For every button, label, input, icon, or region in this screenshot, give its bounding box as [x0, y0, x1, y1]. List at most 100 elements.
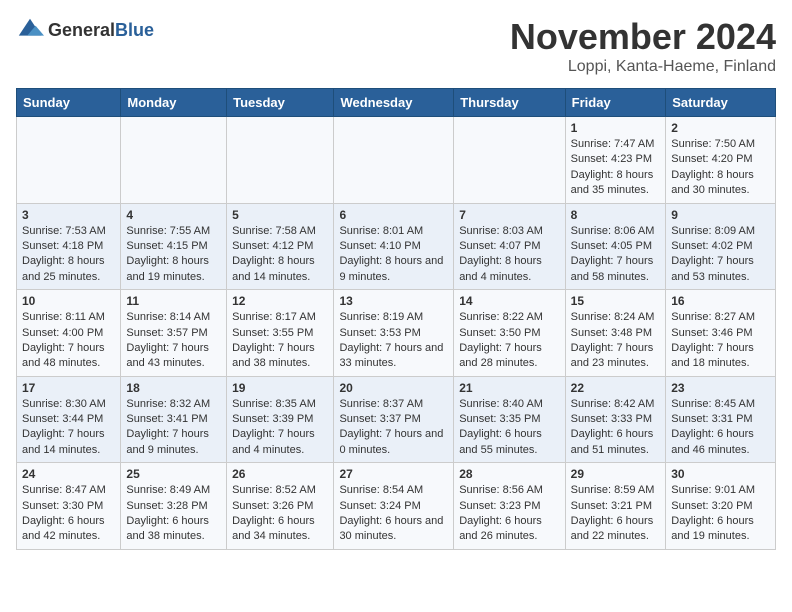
header-cell-thursday: Thursday: [454, 89, 565, 117]
day-number: 17: [22, 381, 115, 395]
day-info: Sunrise: 8:24 AM Sunset: 3:48 PM Dayligh…: [571, 310, 661, 372]
day-number: 24: [22, 467, 115, 481]
header-cell-sunday: Sunday: [17, 89, 121, 117]
day-info: Sunrise: 8:35 AM Sunset: 3:39 PM Dayligh…: [232, 397, 328, 459]
calendar-week-row: 10 Sunrise: 8:11 AM Sunset: 4:00 PM Dayli…: [17, 290, 776, 377]
title-area: November 2024 Loppi, Kanta-Haeme, Finlan…: [510, 16, 776, 76]
calendar-cell: 2 Sunrise: 7:50 AM Sunset: 4:20 PM Daylig…: [666, 117, 776, 204]
calendar-cell: 1 Sunrise: 7:47 AM Sunset: 4:23 PM Daylig…: [565, 117, 666, 204]
day-number: 1: [571, 121, 661, 135]
calendar-cell: 4 Sunrise: 7:55 AM Sunset: 4:15 PM Daylig…: [121, 203, 227, 290]
day-number: 20: [339, 381, 448, 395]
day-number: 2: [671, 121, 770, 135]
day-number: 9: [671, 208, 770, 222]
day-info: Sunrise: 8:17 AM Sunset: 3:55 PM Dayligh…: [232, 310, 328, 372]
day-info: Sunrise: 8:01 AM Sunset: 4:10 PM Dayligh…: [339, 224, 448, 286]
day-info: Sunrise: 9:01 AM Sunset: 3:20 PM Dayligh…: [671, 483, 770, 545]
calendar-cell: 18 Sunrise: 8:32 AM Sunset: 3:41 PM Dayli…: [121, 376, 227, 463]
day-number: 30: [671, 467, 770, 481]
header-row: SundayMondayTuesdayWednesdayThursdayFrid…: [17, 89, 776, 117]
day-number: 14: [459, 294, 559, 308]
day-number: 16: [671, 294, 770, 308]
day-number: 10: [22, 294, 115, 308]
logo-blue: Blue: [115, 20, 154, 40]
calendar-cell: [17, 117, 121, 204]
calendar-cell: 15Sunrise: 8:24 AM Sunset: 3:48 PM Dayli…: [565, 290, 666, 377]
logo-text: GeneralBlue: [48, 20, 154, 41]
day-number: 28: [459, 467, 559, 481]
calendar-week-row: 17 Sunrise: 8:30 AM Sunset: 3:44 PM Dayli…: [17, 376, 776, 463]
day-info: Sunrise: 7:58 AM Sunset: 4:12 PM Dayligh…: [232, 224, 328, 286]
calendar-cell: 14 Sunrise: 8:22 AM Sunset: 3:50 PM Dayli…: [454, 290, 565, 377]
day-info: Sunrise: 8:49 AM Sunset: 3:28 PM Dayligh…: [126, 483, 221, 545]
calendar-cell: 19 Sunrise: 8:35 AM Sunset: 3:39 PM Dayli…: [227, 376, 334, 463]
day-info: Sunrise: 8:42 AM Sunset: 3:33 PM Dayligh…: [571, 397, 661, 459]
day-info: Sunrise: 8:47 AM Sunset: 3:30 PM Dayligh…: [22, 483, 115, 545]
day-info: Sunrise: 8:32 AM Sunset: 3:41 PM Dayligh…: [126, 397, 221, 459]
header-cell-wednesday: Wednesday: [334, 89, 454, 117]
month-title: November 2024: [510, 16, 776, 58]
day-number: 18: [126, 381, 221, 395]
calendar-cell: [334, 117, 454, 204]
day-info: Sunrise: 8:56 AM Sunset: 3:23 PM Dayligh…: [459, 483, 559, 545]
day-info: Sunrise: 7:50 AM Sunset: 4:20 PM Dayligh…: [671, 137, 770, 199]
day-info: Sunrise: 8:14 AM Sunset: 3:57 PM Dayligh…: [126, 310, 221, 372]
day-info: Sunrise: 8:59 AM Sunset: 3:21 PM Dayligh…: [571, 483, 661, 545]
day-number: 25: [126, 467, 221, 481]
day-number: 29: [571, 467, 661, 481]
day-info: Sunrise: 8:19 AM Sunset: 3:53 PM Dayligh…: [339, 310, 448, 372]
calendar-cell: 7Sunrise: 8:03 AM Sunset: 4:07 PM Daylig…: [454, 203, 565, 290]
day-number: 8: [571, 208, 661, 222]
calendar-cell: 13 Sunrise: 8:19 AM Sunset: 3:53 PM Dayli…: [334, 290, 454, 377]
page-header: GeneralBlue November 2024 Loppi, Kanta-H…: [16, 16, 776, 76]
day-number: 22: [571, 381, 661, 395]
day-number: 13: [339, 294, 448, 308]
calendar-cell: 22 Sunrise: 8:42 AM Sunset: 3:33 PM Dayli…: [565, 376, 666, 463]
calendar-cell: 26Sunrise: 8:52 AM Sunset: 3:26 PM Dayli…: [227, 463, 334, 550]
day-number: 6: [339, 208, 448, 222]
day-info: Sunrise: 8:27 AM Sunset: 3:46 PM Dayligh…: [671, 310, 770, 372]
location-title: Loppi, Kanta-Haeme, Finland: [510, 58, 776, 76]
day-number: 19: [232, 381, 328, 395]
calendar-cell: 16 Sunrise: 8:27 AM Sunset: 3:46 PM Dayli…: [666, 290, 776, 377]
calendar-cell: 23Sunrise: 8:45 AM Sunset: 3:31 PM Dayli…: [666, 376, 776, 463]
day-number: 3: [22, 208, 115, 222]
calendar-body: 1 Sunrise: 7:47 AM Sunset: 4:23 PM Daylig…: [17, 117, 776, 550]
calendar-cell: 29 Sunrise: 8:59 AM Sunset: 3:21 PM Dayli…: [565, 463, 666, 550]
calendar-week-row: 24 Sunrise: 8:47 AM Sunset: 3:30 PM Dayli…: [17, 463, 776, 550]
day-number: 21: [459, 381, 559, 395]
calendar-cell: 12 Sunrise: 8:17 AM Sunset: 3:55 PM Dayli…: [227, 290, 334, 377]
calendar-cell: [227, 117, 334, 204]
header-cell-monday: Monday: [121, 89, 227, 117]
day-info: Sunrise: 8:40 AM Sunset: 3:35 PM Dayligh…: [459, 397, 559, 459]
header-cell-saturday: Saturday: [666, 89, 776, 117]
day-number: 27: [339, 467, 448, 481]
calendar-cell: 10 Sunrise: 8:11 AM Sunset: 4:00 PM Dayli…: [17, 290, 121, 377]
day-number: 4: [126, 208, 221, 222]
day-number: 23: [671, 381, 770, 395]
calendar-cell: 5Sunrise: 7:58 AM Sunset: 4:12 PM Daylig…: [227, 203, 334, 290]
day-info: Sunrise: 7:47 AM Sunset: 4:23 PM Dayligh…: [571, 137, 661, 199]
header-cell-friday: Friday: [565, 89, 666, 117]
logo-general: General: [48, 20, 115, 40]
day-number: 12: [232, 294, 328, 308]
calendar-cell: 17 Sunrise: 8:30 AM Sunset: 3:44 PM Dayli…: [17, 376, 121, 463]
day-number: 26: [232, 467, 328, 481]
day-info: Sunrise: 7:55 AM Sunset: 4:15 PM Dayligh…: [126, 224, 221, 286]
header-cell-tuesday: Tuesday: [227, 89, 334, 117]
calendar-cell: 20 Sunrise: 8:37 AM Sunset: 3:37 PM Dayli…: [334, 376, 454, 463]
calendar-cell: 11Sunrise: 8:14 AM Sunset: 3:57 PM Dayli…: [121, 290, 227, 377]
day-info: Sunrise: 8:54 AM Sunset: 3:24 PM Dayligh…: [339, 483, 448, 545]
day-info: Sunrise: 8:30 AM Sunset: 3:44 PM Dayligh…: [22, 397, 115, 459]
calendar-cell: 6 Sunrise: 8:01 AM Sunset: 4:10 PM Daylig…: [334, 203, 454, 290]
calendar-cell: 30 Sunrise: 9:01 AM Sunset: 3:20 PM Dayli…: [666, 463, 776, 550]
day-info: Sunrise: 8:09 AM Sunset: 4:02 PM Dayligh…: [671, 224, 770, 286]
calendar-cell: [121, 117, 227, 204]
day-info: Sunrise: 8:37 AM Sunset: 3:37 PM Dayligh…: [339, 397, 448, 459]
day-info: Sunrise: 8:11 AM Sunset: 4:00 PM Dayligh…: [22, 310, 115, 372]
calendar-cell: 28 Sunrise: 8:56 AM Sunset: 3:23 PM Dayli…: [454, 463, 565, 550]
day-info: Sunrise: 8:22 AM Sunset: 3:50 PM Dayligh…: [459, 310, 559, 372]
calendar-cell: 25 Sunrise: 8:49 AM Sunset: 3:28 PM Dayli…: [121, 463, 227, 550]
calendar-week-row: 1 Sunrise: 7:47 AM Sunset: 4:23 PM Daylig…: [17, 117, 776, 204]
day-info: Sunrise: 8:06 AM Sunset: 4:05 PM Dayligh…: [571, 224, 661, 286]
